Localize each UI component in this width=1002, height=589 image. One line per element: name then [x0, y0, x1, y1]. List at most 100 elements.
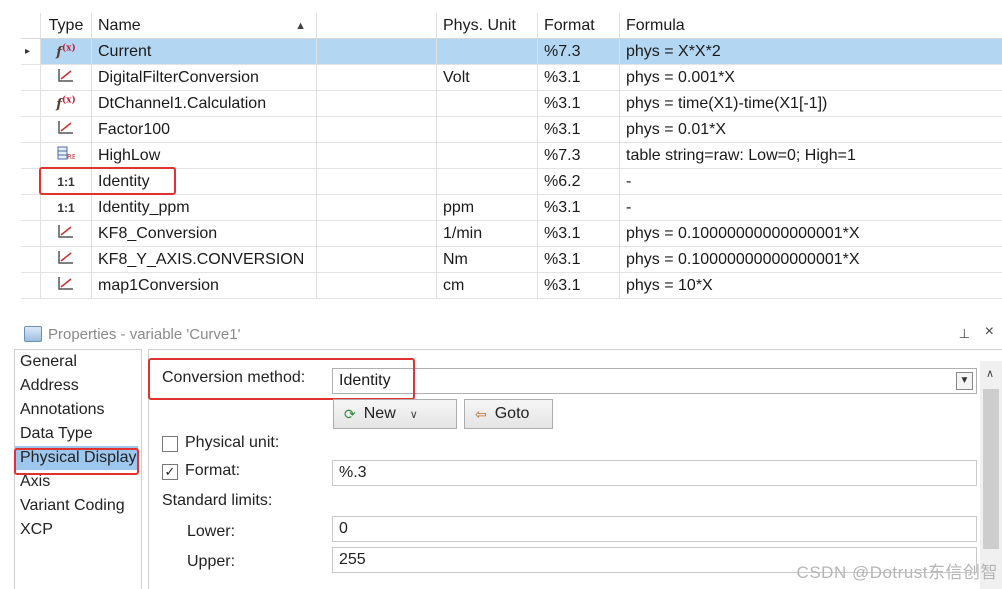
type-cell [41, 221, 92, 246]
sidebar-item-general[interactable]: General [15, 350, 141, 374]
formula-cell[interactable]: phys = X*X*2 [620, 39, 1002, 64]
format-cell[interactable]: %3.1 [538, 273, 620, 298]
column-header-format[interactable]: Format [538, 13, 620, 38]
formula-cell[interactable]: phys = 10*X [620, 273, 1002, 298]
sidebar-item-xcp[interactable]: XCP [15, 518, 141, 542]
blank-cell [317, 169, 437, 194]
properties-title-bar: Properties - variable 'Curve1' [24, 323, 240, 345]
sidebar-item-annotations[interactable]: Annotations [15, 398, 141, 422]
new-button[interactable]: ⟳ New ∨ [333, 399, 457, 429]
name-cell[interactable]: Identity_ppm [92, 195, 317, 220]
type-cell: 1:1 [41, 195, 92, 220]
table-row[interactable]: 1:1 Identity %6.2- [21, 169, 1002, 195]
formula-cell[interactable]: - [620, 195, 1002, 220]
scrollbar-thumb[interactable] [983, 389, 999, 549]
table-row[interactable]: 1:1 Identity_ppm ppm %3.1- [21, 195, 1002, 221]
formula-cell[interactable]: phys = 0.001*X [620, 65, 1002, 90]
column-header-name[interactable]: Name ▲ [92, 13, 317, 38]
table-row[interactable]: KF8_Conversion 1/min %3.1 phys = 0.10000000… [21, 221, 1002, 247]
format-cell[interactable]: %3.1 [538, 117, 620, 142]
name-cell[interactable]: Current [92, 39, 317, 64]
row-indicator[interactable] [21, 117, 41, 142]
formula-cell[interactable]: phys = time(X1)-time(X1[-1]) [620, 91, 1002, 116]
table-row[interactable]: Factor100 %3.1 phys = 0.01*X [21, 117, 1002, 143]
table-row[interactable]: DigitalFilterConversion Volt %3.1 phys = 0.… [21, 65, 1002, 91]
formula-icon: f(x) [56, 43, 76, 60]
formula-cell[interactable]: phys = 0.10000000000000001*X [620, 221, 1002, 246]
unit-cell[interactable] [437, 91, 538, 116]
name-cell[interactable]: Identity [92, 169, 317, 194]
row-indicator[interactable] [21, 91, 41, 116]
unit-cell[interactable] [437, 169, 538, 194]
name-cell[interactable]: Factor100 [92, 117, 317, 142]
column-header-unit[interactable]: Phys. Unit [437, 13, 538, 38]
goto-button[interactable]: ⇦ Goto [464, 399, 553, 429]
unit-cell[interactable] [437, 143, 538, 168]
scroll-up-icon[interactable]: ∧ [986, 367, 994, 380]
name-cell[interactable]: KF8_Y_AXIS.CONVERSION [92, 247, 317, 272]
row-indicator[interactable] [21, 65, 41, 90]
formula-cell[interactable]: - [620, 169, 1002, 194]
physical-unit-label: Physical unit: [185, 434, 280, 451]
formula-cell[interactable]: phys = 0.10000000000000001*X [620, 247, 1002, 272]
format-cell[interactable]: %3.1 [538, 195, 620, 220]
upper-label: Upper: [187, 553, 236, 570]
unit-cell[interactable]: ppm [437, 195, 538, 220]
blank-cell [317, 273, 437, 298]
unit-cell[interactable]: 1/min [437, 221, 538, 246]
format-cell[interactable]: %3.1 [538, 247, 620, 272]
format-cell[interactable]: %6.2 [538, 169, 620, 194]
sidebar-item-physical-display[interactable]: Physical Display [15, 446, 138, 470]
pin-icon[interactable]: ⊥ [959, 326, 970, 342]
close-icon[interactable]: × [985, 323, 994, 341]
conversion-method-label: Conversion method: [162, 369, 306, 386]
name-cell[interactable]: HighLow [92, 143, 317, 168]
format-cell[interactable]: %7.3 [538, 39, 620, 64]
row-indicator[interactable] [21, 143, 41, 168]
column-header-type[interactable]: Type [41, 13, 92, 38]
name-cell[interactable]: DigitalFilterConversion [92, 65, 317, 90]
name-cell[interactable]: map1Conversion [92, 273, 317, 298]
conversion-method-dropdown[interactable]: Identity ▼ [332, 368, 977, 394]
blank-cell [317, 143, 437, 168]
row-indicator[interactable] [21, 169, 41, 194]
unit-cell[interactable]: cm [437, 273, 538, 298]
row-indicator[interactable] [21, 247, 41, 272]
sidebar-item-data-type[interactable]: Data Type [15, 422, 141, 446]
physical-unit-checkbox[interactable] [162, 436, 178, 452]
name-cell[interactable]: DtChannel1.Calculation [92, 91, 317, 116]
row-indicator[interactable] [21, 273, 41, 298]
format-cell[interactable]: %3.1 [538, 221, 620, 246]
table-row[interactable]: map1Conversion cm %3.1 phys = 10*X [21, 273, 1002, 299]
column-header-formula[interactable]: Formula [620, 13, 1002, 38]
column-header-blank[interactable] [317, 13, 437, 38]
unit-cell[interactable]: Volt [437, 65, 538, 90]
format-input[interactable]: %.3 [332, 460, 977, 486]
format-cell[interactable]: %3.1 [538, 65, 620, 90]
lower-limit-input[interactable]: 0 [332, 516, 977, 542]
row-indicator[interactable] [21, 221, 41, 246]
blank-cell [317, 39, 437, 64]
table-row[interactable]: KF8_Y_AXIS.CONVERSION Nm %3.1 phys = 0.1000… [21, 247, 1002, 273]
table-row[interactable]: ▸ f(x) Current %7.3 phys = X*X*2 [21, 39, 1002, 65]
sort-ascending-icon: ▲ [295, 19, 306, 32]
formula-cell[interactable]: table string=raw: Low=0; High=1 [620, 143, 1002, 168]
unit-cell[interactable] [437, 117, 538, 142]
formula-cell[interactable]: phys = 0.01*X [620, 117, 1002, 142]
format-checkbox[interactable]: ✓ [162, 464, 178, 480]
unit-cell[interactable]: Nm [437, 247, 538, 272]
sidebar-item-axis[interactable]: Axis [15, 470, 141, 494]
row-indicator[interactable] [21, 195, 41, 220]
curve-icon [58, 120, 74, 139]
table-row[interactable]: f(x) DtChannel1.Calculation %3.1 phys = tim… [21, 91, 1002, 117]
name-cell[interactable]: KF8_Conversion [92, 221, 317, 246]
table-row[interactable]: RB HighLow %7.3table string=raw: Low=0; Hi… [21, 143, 1002, 169]
properties-scrollbar[interactable]: ∧ [980, 361, 1002, 589]
chevron-down-icon[interactable]: ▼ [956, 372, 973, 390]
sidebar-item-variant-coding[interactable]: Variant Coding [15, 494, 141, 518]
format-cell[interactable]: %3.1 [538, 91, 620, 116]
sidebar-item-address[interactable]: Address [15, 374, 141, 398]
row-indicator[interactable]: ▸ [21, 39, 41, 64]
format-cell[interactable]: %7.3 [538, 143, 620, 168]
unit-cell[interactable] [437, 39, 538, 64]
